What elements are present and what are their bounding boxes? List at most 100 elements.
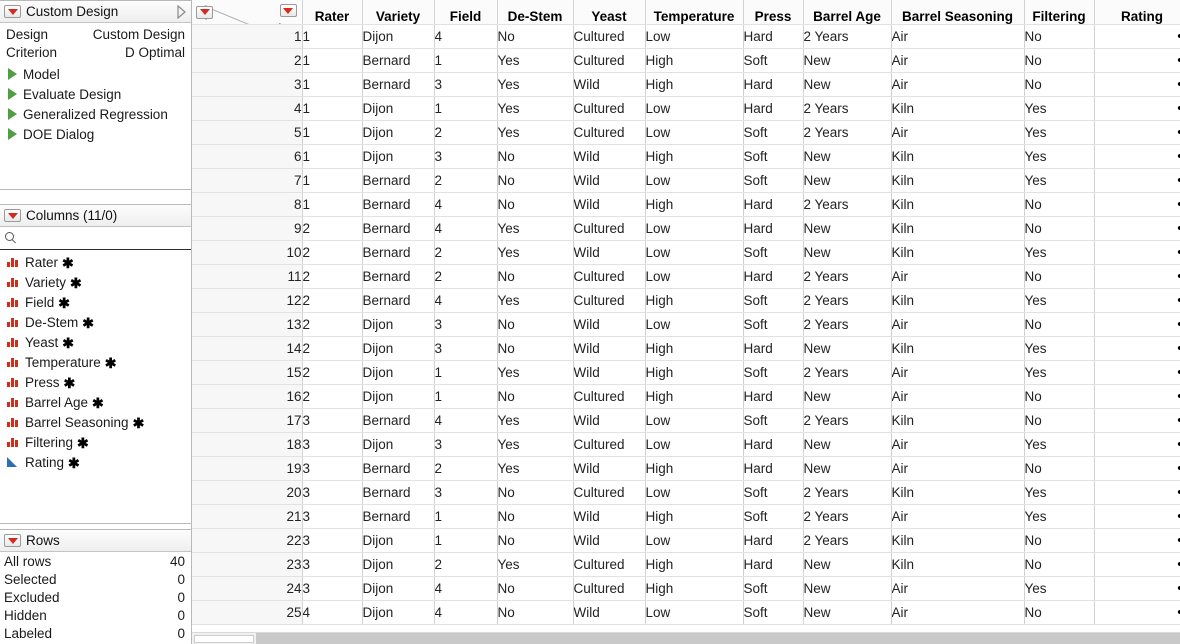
column-list-item[interactable]: Barrel Age ✱ <box>0 392 191 412</box>
red-triangle-menu-icon[interactable] <box>4 209 21 222</box>
table-cell-yeast[interactable]: Wild <box>573 504 646 529</box>
table-cell-de-stem[interactable]: Yes <box>497 456 574 481</box>
table-cell-rater[interactable]: 2 <box>302 288 363 313</box>
table-cell-de-stem[interactable]: No <box>497 168 574 193</box>
table-cell-de-stem[interactable]: No <box>497 480 574 505</box>
table-cell-field[interactable]: 1 <box>434 48 498 73</box>
row-number-cell[interactable]: 6 <box>192 144 303 169</box>
table-cell-barrel-age[interactable]: New <box>803 600 892 625</box>
table-cell-barrel-age[interactable]: New <box>803 456 892 481</box>
table-row[interactable]: 142Dijon3NoWildHighHardNewKilnYes• <box>192 336 1180 361</box>
table-cell-temperature[interactable]: High <box>645 72 744 97</box>
table-cell-de-stem[interactable]: Yes <box>497 216 574 241</box>
table-cell-barrel-age[interactable]: 2 Years <box>803 96 892 121</box>
table-cell-barrel-seasoning[interactable]: Air <box>891 312 1025 337</box>
table-cell-field[interactable]: 4 <box>434 192 498 217</box>
table-cell-field[interactable]: 2 <box>434 456 498 481</box>
table-cell-barrel-seasoning[interactable]: Air <box>891 384 1025 409</box>
table-cell-de-stem[interactable]: Yes <box>497 96 574 121</box>
table-cell-variety[interactable]: Bernard <box>362 264 435 289</box>
table-cell-barrel-seasoning[interactable]: Air <box>891 24 1025 49</box>
table-cell-field[interactable]: 3 <box>434 144 498 169</box>
rows-stat-row[interactable]: Selected 0 <box>0 571 191 589</box>
table-cell-barrel-seasoning[interactable]: Kiln <box>891 144 1025 169</box>
table-cell-temperature[interactable]: Low <box>645 24 744 49</box>
table-cell-yeast[interactable]: Wild <box>573 528 646 553</box>
table-cell-rating[interactable]: • <box>1094 408 1180 433</box>
table-cell-rating[interactable]: • <box>1094 168 1180 193</box>
table-cell-de-stem[interactable]: No <box>497 192 574 217</box>
row-number-cell[interactable]: 17 <box>192 408 303 433</box>
table-cell-barrel-age[interactable]: New <box>803 336 892 361</box>
table-cell-press[interactable]: Hard <box>743 552 804 577</box>
table-cell-field[interactable]: 2 <box>434 552 498 577</box>
row-number-cell[interactable]: 11 <box>192 264 303 289</box>
table-cell-rating[interactable]: • <box>1094 96 1180 121</box>
table-cell-variety[interactable]: Bernard <box>362 192 435 217</box>
column-list-item[interactable]: Variety ✱ <box>0 272 191 292</box>
table-cell-filtering[interactable]: Yes <box>1024 504 1095 529</box>
table-cell-yeast[interactable]: Cultured <box>573 24 646 49</box>
table-cell-press[interactable]: Hard <box>743 456 804 481</box>
table-cell-filtering[interactable]: No <box>1024 264 1095 289</box>
table-cell-variety[interactable]: Dijon <box>362 528 435 553</box>
table-cell-field[interactable]: 4 <box>434 288 498 313</box>
table-cell-rater[interactable]: 1 <box>302 144 363 169</box>
chevron-right-icon[interactable] <box>177 5 186 19</box>
table-cell-de-stem[interactable]: Yes <box>497 48 574 73</box>
column-list-item[interactable]: Filtering ✱ <box>0 432 191 452</box>
row-number-cell[interactable]: 14 <box>192 336 303 361</box>
table-cell-filtering[interactable]: Yes <box>1024 288 1095 313</box>
table-row[interactable]: 223Dijon1NoWildLowHard2 YearsKilnNo• <box>192 528 1180 553</box>
table-cell-temperature[interactable]: Low <box>645 120 744 145</box>
table-cell-temperature[interactable]: Low <box>645 528 744 553</box>
table-cell-press[interactable]: Hard <box>743 528 804 553</box>
column-list-item[interactable]: Yeast ✱ <box>0 332 191 352</box>
table-cell-rating[interactable]: • <box>1094 528 1180 553</box>
table-cell-de-stem[interactable]: No <box>497 600 574 625</box>
table-cell-filtering[interactable]: Yes <box>1024 360 1095 385</box>
table-cell-barrel-seasoning[interactable]: Air <box>891 264 1025 289</box>
table-cell-field[interactable]: 4 <box>434 600 498 625</box>
table-cell-temperature[interactable]: Low <box>645 312 744 337</box>
row-number-cell[interactable]: 5 <box>192 120 303 145</box>
table-cell-barrel-seasoning[interactable]: Kiln <box>891 96 1025 121</box>
table-cell-rater[interactable]: 2 <box>302 384 363 409</box>
table-cell-field[interactable]: 3 <box>434 72 498 97</box>
table-cell-temperature[interactable]: High <box>645 456 744 481</box>
table-row[interactable]: 254Dijon4NoWildLowSoftNewAirNo• <box>192 600 1180 625</box>
table-cell-filtering[interactable]: No <box>1024 48 1095 73</box>
table-cell-rating[interactable]: • <box>1094 312 1180 337</box>
table-cell-de-stem[interactable]: Yes <box>497 408 574 433</box>
table-cell-barrel-age[interactable]: New <box>803 552 892 577</box>
table-cell-barrel-seasoning[interactable]: Air <box>891 360 1025 385</box>
table-cell-press[interactable]: Hard <box>743 432 804 457</box>
table-cell-yeast[interactable]: Cultured <box>573 120 646 145</box>
table-cell-press[interactable]: Soft <box>743 408 804 433</box>
tree-item-evaluate-design[interactable]: Evaluate Design <box>0 84 191 104</box>
table-cell-filtering[interactable]: No <box>1024 384 1095 409</box>
column-header-barrel-age[interactable]: Barrel Age <box>803 0 892 25</box>
table-cell-filtering[interactable]: No <box>1024 408 1095 433</box>
column-list-item[interactable]: Rating ✱ <box>0 452 191 472</box>
column-header-yeast[interactable]: Yeast <box>573 0 646 25</box>
row-number-cell[interactable]: 23 <box>192 552 303 577</box>
table-cell-rating[interactable]: • <box>1094 552 1180 577</box>
row-number-cell[interactable]: 7 <box>192 168 303 193</box>
table-cell-de-stem[interactable]: Yes <box>497 288 574 313</box>
tree-item-model[interactable]: Model <box>0 64 191 84</box>
table-cell-field[interactable]: 2 <box>434 120 498 145</box>
column-list-item[interactable]: Press ✱ <box>0 372 191 392</box>
row-number-cell[interactable]: 18 <box>192 432 303 457</box>
row-number-cell[interactable]: 13 <box>192 312 303 337</box>
table-cell-temperature[interactable]: High <box>645 360 744 385</box>
column-list-item[interactable]: Field ✱ <box>0 292 191 312</box>
row-number-cell[interactable]: 21 <box>192 504 303 529</box>
rows-menu-button[interactable] <box>196 5 213 19</box>
column-list-item[interactable]: De-Stem ✱ <box>0 312 191 332</box>
table-cell-de-stem[interactable]: No <box>497 264 574 289</box>
table-cell-filtering[interactable]: Yes <box>1024 168 1095 193</box>
table-cell-rating[interactable]: • <box>1094 72 1180 97</box>
row-number-cell[interactable]: 9 <box>192 216 303 241</box>
table-cell-variety[interactable]: Dijon <box>362 312 435 337</box>
